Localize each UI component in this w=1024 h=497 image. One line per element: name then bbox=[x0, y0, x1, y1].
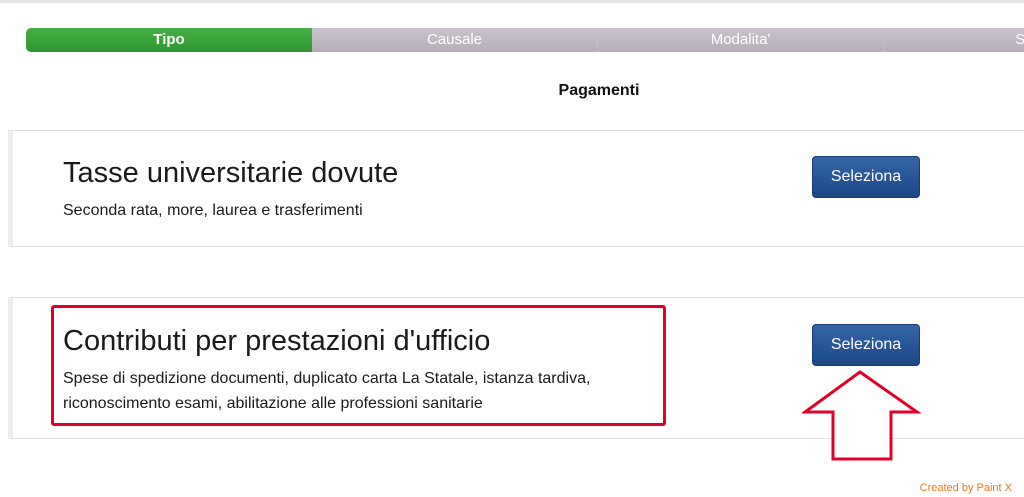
red-highlight-box bbox=[51, 305, 666, 426]
step-modalita[interactable]: Modalita' bbox=[598, 28, 884, 52]
up-arrow-outline-icon bbox=[802, 370, 922, 461]
step-tipo[interactable]: Tipo bbox=[26, 28, 312, 52]
select-contributi-button[interactable]: Seleziona bbox=[812, 324, 920, 366]
step-causale[interactable]: Causale bbox=[312, 28, 598, 52]
card-title: Tasse universitarie dovute bbox=[63, 157, 399, 189]
card-description: Seconda rata, more, laurea e trasferimen… bbox=[63, 202, 363, 219]
top-border bbox=[0, 0, 1024, 3]
step-stato[interactable]: Sta bbox=[884, 28, 1024, 52]
progress-steps: Tipo Causale Modalita' Sta bbox=[26, 28, 1024, 52]
watermark-text: Created by Paint X bbox=[919, 482, 1012, 494]
select-tasse-button[interactable]: Seleziona bbox=[812, 156, 920, 198]
payment-card-tasse: Tasse universitarie dovute Seconda rata,… bbox=[8, 130, 1024, 247]
page-title: Pagamenti bbox=[558, 82, 640, 99]
